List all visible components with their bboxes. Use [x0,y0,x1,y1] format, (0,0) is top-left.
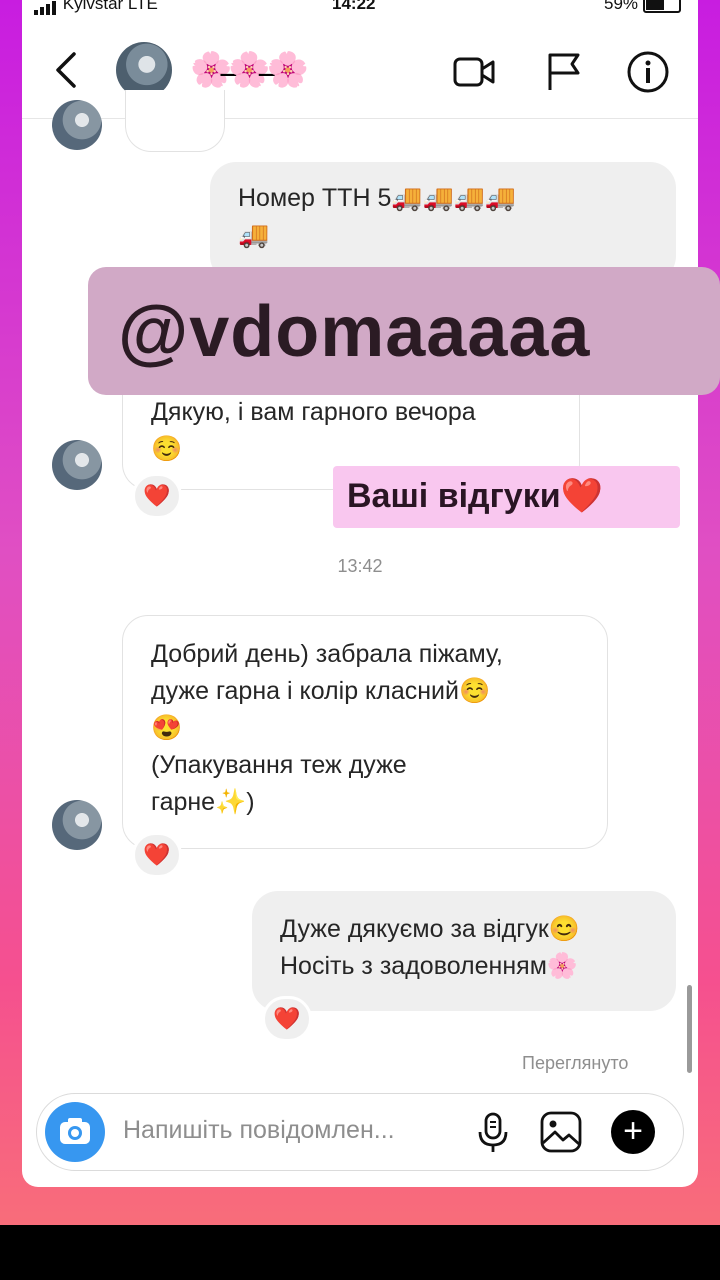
heart-reaction[interactable]: ❤️ [132,473,182,519]
seen-status: Переглянуто [522,1053,629,1073]
reviews-text: Ваші відгуки❤️ [347,477,603,515]
carrier-label: Kyivstar LTE [34,0,158,15]
reviews-sticker: Ваші відгуки❤️ [333,466,680,528]
heart-reaction[interactable]: ❤️ [132,832,182,878]
bottom-bar [0,1225,720,1280]
message-input[interactable]: Напишіть повідомлен... [123,1116,395,1145]
scrollbar[interactable] [687,985,692,1073]
message-bubble-partial [125,90,225,152]
gallery-icon[interactable] [539,1110,583,1154]
signal-icon [34,0,58,15]
message-bubble-outgoing-reply: Дуже дякуємо за відгук😊 Носіть з задовол… [252,891,676,1011]
username[interactable]: 🌸̶🌸̶🌸 [190,50,309,90]
message-bubble-incoming-review: Добрий день) забрала піжаму, дуже гарна … [122,615,608,849]
video-camera-icon[interactable] [452,50,496,94]
battery-indicator: 59% [604,0,681,14]
message-composer: Напишіть повідомлен... + [36,1093,684,1171]
status-bar: Kyivstar LTE 14:22 59% [22,0,698,16]
add-button[interactable]: + [611,1110,655,1154]
info-icon[interactable] [626,50,670,94]
camera-button[interactable] [45,1102,105,1162]
plus-icon: + [623,1112,643,1150]
battery-icon [642,0,681,13]
flag-icon[interactable] [542,50,586,94]
battery-percent: 59% [604,0,639,13]
sender-avatar[interactable] [52,800,102,850]
timestamp: 13:42 [337,556,383,576]
message-bubble-outgoing-ttn: Номер ТТН 5🚚🚚🚚🚚 🚚 [210,162,676,282]
back-chevron-icon[interactable] [50,50,86,90]
chat-screenshot: Kyivstar LTE 14:22 59% 🌸̶🌸̶🌸 Номер ТТН 5… [22,0,698,1187]
handle-sticker: @vdomaaaaa [88,267,720,395]
chat-header: 🌸̶🌸̶🌸 [22,30,698,119]
handle-text: @vdomaaaaa [118,292,591,372]
sender-avatar[interactable] [52,440,102,490]
heart-reaction[interactable]: ❤️ [262,996,312,1042]
status-time: 14:22 [332,0,376,13]
microphone-icon[interactable] [471,1110,515,1154]
sender-avatar[interactable] [52,100,102,150]
camera-icon [60,1118,90,1144]
